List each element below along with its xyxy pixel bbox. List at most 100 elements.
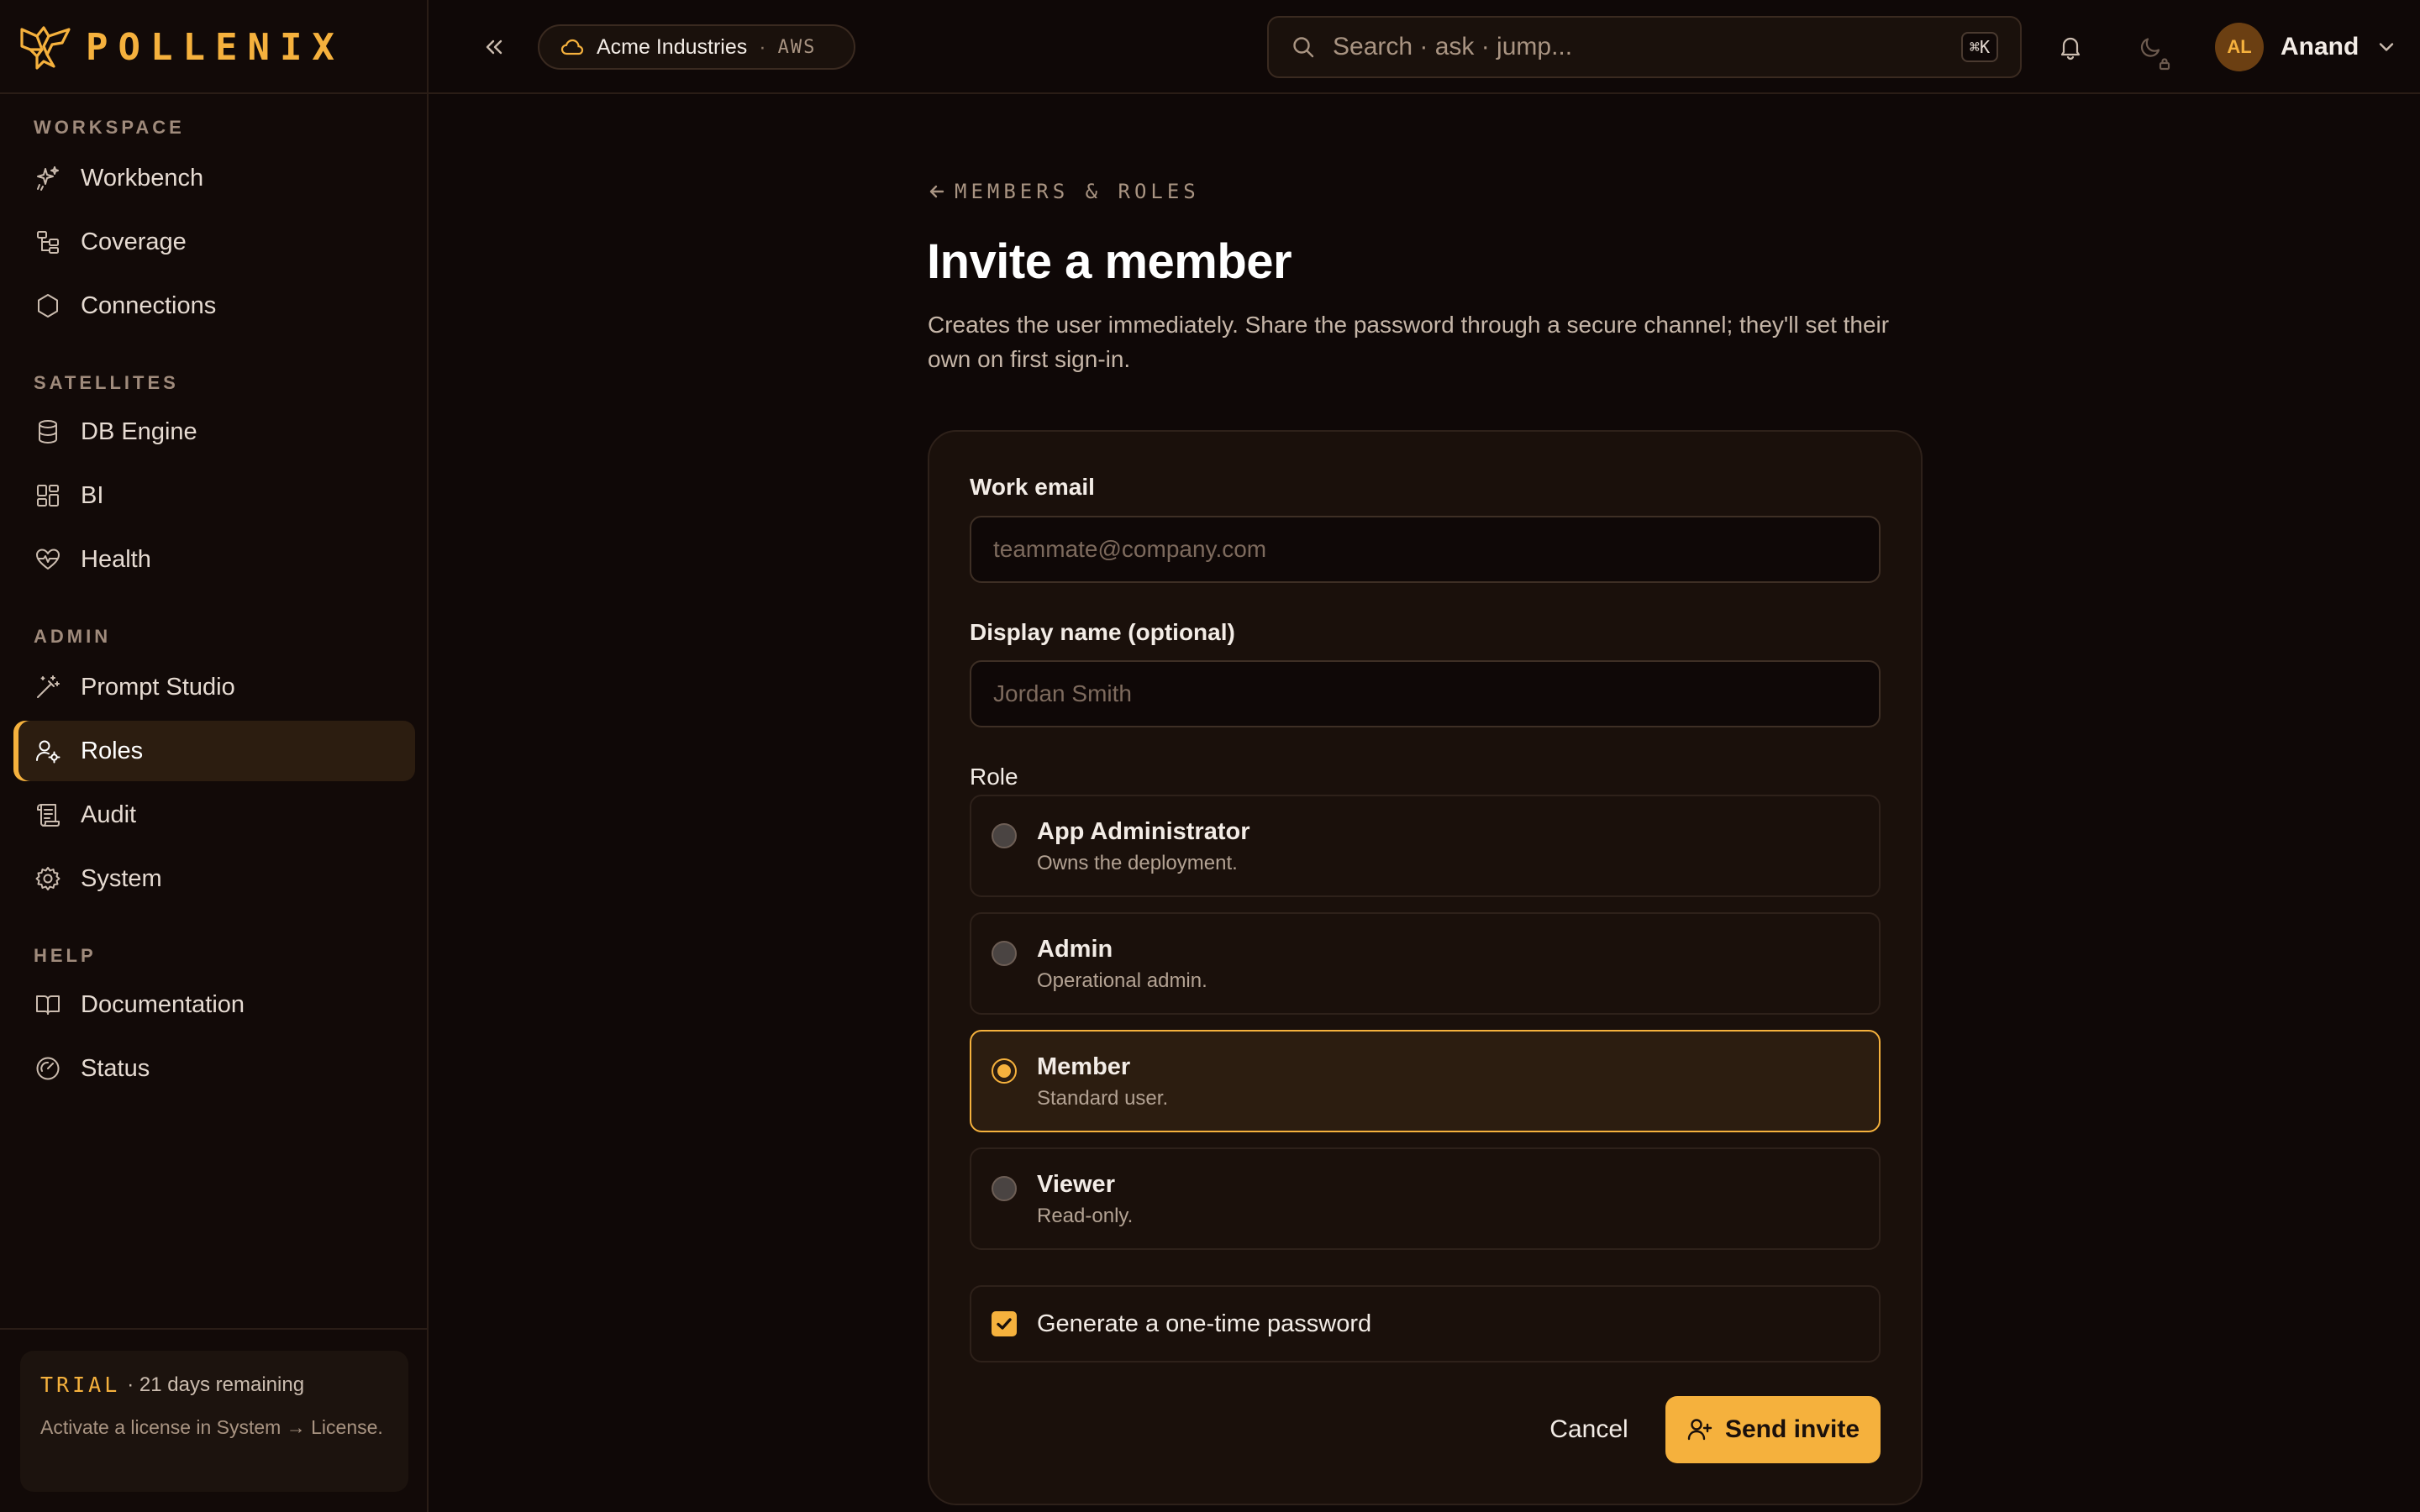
role-description: Standard user. <box>1037 1087 1169 1110</box>
user-cog-icon <box>34 737 62 765</box>
book-open-icon <box>34 990 62 1019</box>
check-icon <box>997 1318 1012 1330</box>
magic-wand-icon <box>34 673 62 701</box>
email-label: Work email <box>970 474 1095 500</box>
sidebar: POLLENIX WORKSPACE Workbench Coverage Co… <box>0 0 429 1512</box>
global-search[interactable]: ⌘K <box>1267 16 2022 78</box>
bell-icon <box>2060 37 2081 60</box>
sidebar-item-label: System <box>81 864 162 892</box>
role-name: App Administrator <box>1037 818 1250 845</box>
gauge-icon <box>34 1054 62 1083</box>
role-description: Operational admin. <box>1037 969 1207 992</box>
cloud-icon <box>560 39 584 55</box>
sidebar-item-label: Documentation <box>81 990 245 1018</box>
lock-icon <box>2158 57 2171 71</box>
nav-section-satellites: SATELLITES <box>34 372 179 393</box>
bee-logo-icon <box>20 26 71 70</box>
search-shortcut-hint: ⌘K <box>1960 32 1998 62</box>
chevrons-left-icon <box>486 39 502 55</box>
sidebar-item-label: Status <box>81 1054 150 1082</box>
email-field[interactable] <box>970 516 1881 583</box>
nav-section-admin: ADMIN <box>34 626 112 647</box>
sparkles-icon <box>34 164 62 192</box>
sidebar-item-db-engine[interactable]: DB Engine <box>13 402 415 462</box>
tenant-cloud-provider: AWS <box>777 36 817 58</box>
trial-tag: TRIAL <box>40 1373 121 1397</box>
search-input[interactable] <box>1333 33 1944 61</box>
tree-structure-icon <box>34 228 62 256</box>
hexagon-icon <box>34 291 62 320</box>
sidebar-divider <box>0 1328 429 1330</box>
display-name-field[interactable] <box>970 660 1881 727</box>
role-label: Role <box>970 764 1018 790</box>
generate-password-option[interactable]: Generate a one-time password <box>970 1285 1881 1362</box>
role-name: Viewer <box>1037 1171 1115 1198</box>
top-bar: Acme Industries · AWS ⌘K AL Anand <box>429 0 2420 94</box>
send-invite-button[interactable]: Send invite <box>1665 1396 1881 1463</box>
sidebar-item-label: Workbench <box>81 164 204 192</box>
sidebar-item-label: BI <box>81 481 104 509</box>
generate-password-label: Generate a one-time password <box>1037 1310 1372 1337</box>
sidebar-item-label: Coverage <box>81 228 187 255</box>
collapse-sidebar-button[interactable] <box>471 25 518 69</box>
page-title: Invite a member <box>927 234 1292 289</box>
sidebar-item-label: Connections <box>81 291 217 319</box>
trial-banner: TRIAL · 21 days remaining Activate a lic… <box>20 1351 408 1492</box>
back-to-members-link[interactable]: MEMBERS & ROLES <box>928 180 1200 203</box>
role-radio[interactable] <box>992 941 1017 966</box>
sidebar-divider <box>0 92 429 94</box>
tenant-name: Acme Industries <box>597 34 748 59</box>
arrow-left-icon <box>929 185 944 198</box>
heart-pulse-icon <box>34 545 62 574</box>
cancel-button[interactable]: Cancel <box>1531 1396 1647 1463</box>
search-icon <box>1293 37 1314 58</box>
role-radio[interactable] <box>992 1058 1017 1084</box>
sidebar-item-prompt-studio[interactable]: Prompt Studio <box>13 657 415 717</box>
role-option-admin[interactable]: Admin Operational admin. <box>970 912 1881 1015</box>
scroll-icon <box>34 801 62 829</box>
sidebar-item-bi[interactable]: BI <box>13 465 415 526</box>
role-radio[interactable] <box>992 1176 1017 1201</box>
back-link-label: MEMBERS & ROLES <box>955 180 1200 203</box>
nav-section-workspace: WORKSPACE <box>34 117 185 138</box>
nav-section-help: HELP <box>34 945 97 966</box>
sidebar-item-health[interactable]: Health <box>13 529 415 590</box>
sidebar-item-workbench[interactable]: Workbench <box>13 148 415 208</box>
notifications-button[interactable] <box>2047 25 2094 69</box>
role-name: Member <box>1037 1053 1131 1080</box>
role-description: Read-only. <box>1037 1205 1134 1227</box>
send-invite-label: Send invite <box>1724 1415 1860 1443</box>
sidebar-item-label: Roles <box>81 737 144 764</box>
role-name: Admin <box>1037 936 1113 963</box>
sidebar-item-audit[interactable]: Audit <box>13 785 415 845</box>
chevron-down-icon <box>2380 43 2394 51</box>
user-plus-icon <box>1687 1419 1712 1441</box>
theme-toggle-button[interactable] <box>2128 25 2175 71</box>
user-menu[interactable]: AL Anand <box>2215 22 2397 72</box>
sidebar-item-label: Audit <box>81 801 137 828</box>
sidebar-item-connections[interactable]: Connections <box>13 276 415 336</box>
tenant-switcher[interactable]: Acme Industries · AWS <box>538 24 855 70</box>
gear-icon <box>34 864 62 893</box>
page-description: Creates the user immediately. Share the … <box>928 312 1890 372</box>
sidebar-item-label: Prompt Studio <box>81 673 235 701</box>
sidebar-item-status[interactable]: Status <box>13 1038 415 1099</box>
generate-password-checkbox[interactable] <box>992 1311 1017 1336</box>
sidebar-item-coverage[interactable]: Coverage <box>13 212 415 272</box>
brand-logo[interactable]: POLLENIX <box>18 18 345 76</box>
role-option-viewer[interactable]: Viewer Read-only. <box>970 1147 1881 1250</box>
role-radio[interactable] <box>992 823 1017 848</box>
trial-remaining: · 21 days remaining <box>127 1373 305 1396</box>
role-option-member[interactable]: Member Standard user. <box>970 1030 1881 1132</box>
tenant-separator: · <box>759 34 766 59</box>
role-description: Owns the deployment. <box>1037 852 1238 874</box>
sidebar-item-documentation[interactable]: Documentation <box>13 974 415 1035</box>
trial-description: Activate a license in System → License. <box>40 1416 383 1438</box>
database-icon <box>34 417 62 446</box>
role-option-app-administrator[interactable]: App Administrator Owns the deployment. <box>970 795 1881 897</box>
brand-name: POLLENIX <box>86 25 345 69</box>
sidebar-item-roles[interactable]: Roles <box>13 721 415 781</box>
user-name: Anand <box>2281 33 2360 60</box>
dashboard-grid-icon <box>34 481 62 510</box>
sidebar-item-system[interactable]: System <box>13 848 415 909</box>
